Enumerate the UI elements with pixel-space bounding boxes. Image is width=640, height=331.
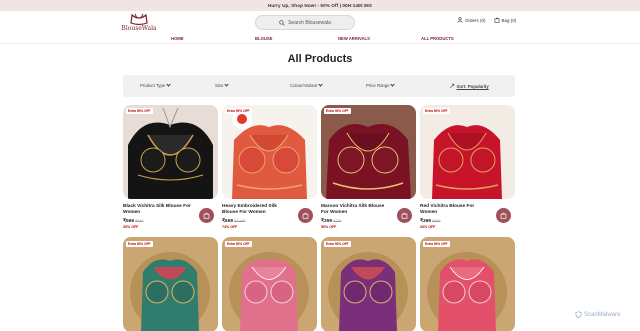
product-image[interactable]: Extra 50% OFF (222, 105, 317, 199)
filter-label: Size (215, 83, 224, 88)
product-image[interactable]: Extra 50% OFF (222, 237, 317, 331)
orders-label: Orders (0) (465, 17, 486, 23)
chevron-down-icon (224, 82, 229, 87)
brand-name: BlouseWala (121, 25, 157, 32)
search-placeholder: Search Blousewala (288, 19, 331, 26)
product-price: ₹369 (420, 219, 432, 224)
add-to-bag-button[interactable] (496, 208, 511, 223)
discount-badge: Extra 50% OFF (423, 241, 450, 247)
sort-label: Sort: Popularity (456, 83, 489, 89)
main-nav: HOME BLOUSE NEW ARRIVALS ALL PRODUCTS (0, 35, 640, 44)
shield-icon (575, 311, 582, 318)
sort-icon (449, 83, 455, 89)
product-price: ₹569 (123, 219, 135, 224)
nav-blouse[interactable]: BLOUSE (255, 36, 272, 41)
product-card[interactable]: Extra 50% OFF (321, 237, 416, 331)
product-discount: 33% OFF (123, 225, 139, 229)
site-header: BlouseWala Search Blousewala Orders (0) … (0, 11, 640, 35)
filter-label: Price Range (366, 83, 390, 88)
announcement-text: Hurry Up, Shop Now! - 50% Off | 00H:14M:… (267, 3, 373, 8)
product-image[interactable]: Extra 50% OFF (321, 105, 416, 199)
search-input[interactable]: Search Blousewala (255, 15, 355, 30)
chevron-down-icon (166, 82, 171, 87)
bag-icon (494, 17, 499, 23)
add-to-bag-button[interactable] (298, 208, 313, 223)
bag-icon (302, 212, 309, 219)
bag-label: Bag (0) (501, 17, 517, 23)
product-discount: 50% OFF (321, 225, 337, 229)
product-mrp: ₹719 (333, 219, 342, 223)
discount-badge: Extra 50% OFF (324, 108, 351, 114)
product-image[interactable]: Extra 50% OFF (321, 237, 416, 331)
filter-bar: Product Type Size Colour/Variant Price R… (123, 75, 515, 97)
product-image[interactable]: Extra 50% OFF (420, 237, 515, 331)
discount-badge: Extra 50% OFF (423, 108, 450, 114)
filter-product-type[interactable]: Product Type (140, 82, 171, 88)
product-name[interactable]: Black Vichitra Silk Blouse For Women (123, 204, 193, 216)
product-image[interactable]: Extra 50% OFF (123, 237, 218, 331)
user-icon (457, 17, 463, 23)
product-price: ₹359 (321, 219, 333, 224)
chevron-down-icon (318, 82, 323, 87)
watermark: ScanMalware (575, 311, 620, 318)
discount-badge: Extra 50% OFF (225, 108, 252, 114)
product-card[interactable]: Extra 50% OFF (123, 237, 218, 331)
page-title: All Products (287, 53, 353, 65)
discount-badge: Extra 50% OFF (126, 108, 153, 114)
nav-all-products[interactable]: ALL PRODUCTS (421, 36, 454, 41)
bag-icon (500, 212, 507, 219)
product-name[interactable]: Heavy Embroidered Silk Blouse For Women (222, 204, 292, 216)
chevron-down-icon (390, 82, 395, 87)
bag-link[interactable]: Bag (0) (494, 17, 517, 23)
product-card[interactable]: Extra 50% OFF (222, 237, 317, 331)
discount-badge: Extra 50% OFF (324, 241, 351, 247)
product-card[interactable]: Extra 50% OFF Maroon Vichitra Silk Blous… (321, 105, 416, 229)
product-price: ₹659 (222, 219, 234, 224)
product-image[interactable]: Extra 50% OFF (420, 105, 515, 199)
bag-icon (203, 212, 210, 219)
bag-icon (401, 212, 408, 219)
product-name[interactable]: Red Vichitra Blouse For Women (420, 204, 490, 216)
add-to-bag-button[interactable] (397, 208, 412, 223)
filter-colour[interactable]: Colour/Variant (290, 82, 323, 88)
filter-price[interactable]: Price Range (366, 82, 395, 88)
filter-label: Colour/Variant (290, 83, 318, 88)
product-mrp: ₹849 (135, 219, 144, 223)
sort-dropdown[interactable]: Sort: Popularity (449, 83, 489, 89)
product-mrp: ₹549 (432, 219, 441, 223)
product-name[interactable]: Maroon Vichitra Silk Blouse For Women (321, 204, 391, 216)
add-to-bag-button[interactable] (199, 208, 214, 223)
product-card[interactable]: Extra 50% OFF Red Vichitra Blouse For Wo… (420, 105, 515, 229)
discount-badge: Extra 50% OFF (225, 241, 252, 247)
product-card[interactable]: Extra 50% OFF (420, 237, 515, 331)
filter-size[interactable]: Size (215, 82, 229, 88)
nav-new-arrivals[interactable]: NEW ARRIVALS (338, 36, 370, 41)
product-card[interactable]: Extra 50% OFF Heavy Embroidered Silk Blo… (222, 105, 317, 229)
discount-badge: Extra 50% OFF (126, 241, 153, 247)
watermark-text: ScanMalware (584, 311, 621, 318)
search-icon (279, 19, 285, 26)
product-discount: 74% OFF (222, 225, 238, 229)
product-card[interactable]: Extra 50% OFF Black Vichitra Silk Blouse… (123, 105, 218, 229)
product-image[interactable]: Extra 50% OFF (123, 105, 218, 199)
filter-label: Product Type (140, 83, 166, 88)
announcement-bar: Hurry Up, Shop Now! - 50% Off | 00H:14M:… (0, 0, 640, 11)
brand-logo[interactable]: BlouseWala (121, 13, 157, 35)
product-mrp: ₹2,499 (234, 219, 246, 223)
product-discount: 33% OFF (420, 225, 436, 229)
nav-home[interactable]: HOME (171, 36, 184, 41)
orders-link[interactable]: Orders (0) (457, 17, 486, 23)
